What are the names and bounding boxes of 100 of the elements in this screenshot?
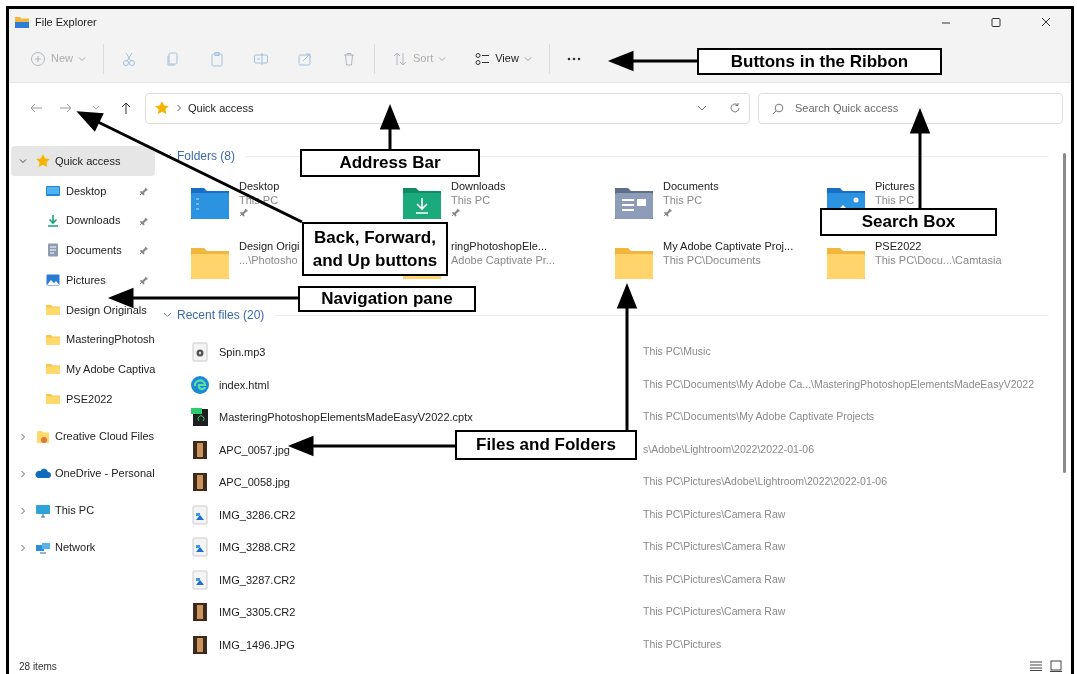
refresh-icon bbox=[729, 102, 741, 114]
search-icon bbox=[772, 102, 784, 115]
caret-icon bbox=[523, 55, 532, 62]
monitor-icon bbox=[35, 502, 51, 519]
file-location: This PC\Pictures\Camera Raw bbox=[643, 604, 786, 620]
file-name[interactable]: APC_0058.jpg bbox=[219, 474, 290, 491]
star-icon bbox=[154, 100, 170, 116]
nav-item[interactable]: MasteringPhotosh bbox=[11, 324, 155, 355]
folder-location: Adobe Captivate Pr... bbox=[451, 253, 555, 267]
image-file-icon bbox=[190, 504, 210, 525]
picture-icon bbox=[45, 272, 61, 289]
details-view-button[interactable] bbox=[1029, 659, 1043, 673]
folder-location: This PC\Documents bbox=[663, 253, 761, 267]
folder-icon bbox=[35, 428, 51, 445]
star-icon bbox=[35, 153, 51, 169]
folder-name[interactable]: Downloads bbox=[451, 179, 506, 193]
callout-tooltip: Navigation pane bbox=[298, 286, 476, 312]
pin-icon bbox=[139, 185, 149, 196]
nav-item[interactable]: Design Originals bbox=[11, 295, 155, 325]
plus-circle-icon bbox=[30, 50, 46, 67]
caret-icon bbox=[697, 105, 707, 111]
file-location: This PC\Documents\My Adobe Captivate Projects bbox=[643, 409, 875, 425]
view-button[interactable]: View bbox=[465, 42, 541, 75]
nav-item[interactable]: My Adobe Captiva bbox=[11, 354, 155, 385]
image-thumbnail-icon bbox=[190, 634, 210, 655]
section-header[interactable]: Recent files (20) bbox=[177, 306, 265, 324]
view-icon bbox=[474, 50, 491, 67]
file-name[interactable]: APC_0057.jpg bbox=[219, 441, 290, 458]
file-location: This PC\Pictures\Adobe\Lightroom\2022\2022-01-06 bbox=[643, 474, 887, 490]
file-name[interactable]: IMG_1496.JPG bbox=[219, 636, 295, 653]
section-header[interactable]: Folders (8) bbox=[177, 147, 235, 165]
folder-name[interactable]: Documents bbox=[663, 179, 719, 193]
image-thumbnail-icon bbox=[190, 439, 210, 460]
caret-icon bbox=[78, 55, 86, 62]
caret-icon bbox=[438, 55, 447, 62]
file-location: This PC\Pictures bbox=[643, 636, 722, 652]
audio-file-icon bbox=[190, 342, 210, 363]
folder-location: This PC\Docu...\Camtasia bbox=[875, 253, 1002, 267]
file-location: s\Adobe\Lightroom\2022\2022-01-06 bbox=[643, 441, 815, 457]
image-file-icon bbox=[190, 569, 210, 590]
chevron-right-icon bbox=[19, 432, 27, 441]
trash-icon bbox=[341, 50, 357, 67]
nav-item[interactable]: Desktop bbox=[11, 176, 155, 206]
nav-item[interactable]: Network bbox=[11, 529, 155, 566]
clipboard-icon bbox=[209, 50, 225, 67]
tile-icon bbox=[1050, 660, 1062, 672]
folder-name[interactable]: ringPhotoshopEle... bbox=[451, 239, 547, 253]
folder-name[interactable]: PSE2022 bbox=[875, 239, 922, 253]
folder-name[interactable]: Desktop bbox=[239, 179, 280, 193]
window-title: File Explorer bbox=[35, 14, 97, 30]
file-name[interactable]: IMG_3286.CR2 bbox=[219, 506, 296, 523]
folder-name[interactable]: Pictures bbox=[875, 179, 915, 193]
folder-location: ...\Photosho bbox=[239, 253, 298, 267]
file-name[interactable]: IMG_3305.CR2 bbox=[219, 604, 296, 621]
chevron-right-icon bbox=[19, 543, 27, 552]
callout-tooltip: Back, Forward, and Up buttons bbox=[302, 222, 448, 276]
file-name[interactable]: MasteringPhotoshopElementsMadeEasyV2022.cptx bbox=[219, 409, 473, 426]
folder-name[interactable]: Design Origi bbox=[239, 239, 300, 253]
nav-item[interactable]: This PC bbox=[11, 492, 155, 529]
scrollbar-thumb[interactable] bbox=[1062, 153, 1066, 473]
maximize-icon bbox=[989, 16, 1003, 28]
callout-tooltip: Files and Folders bbox=[455, 430, 637, 460]
folder-location: This PC bbox=[663, 193, 703, 207]
chevron-down-icon bbox=[163, 312, 172, 318]
nav-item[interactable]: OneDrive - Personal bbox=[11, 455, 155, 492]
download-icon bbox=[45, 212, 61, 229]
callout-tooltip: Address Bar bbox=[300, 149, 480, 177]
search-field[interactable]: Search Quick access bbox=[758, 92, 1063, 124]
nav-item[interactable]: Pictures bbox=[11, 265, 155, 295]
nav-item[interactable]: Documents bbox=[11, 235, 155, 266]
file-name[interactable]: IMG_3288.CR2 bbox=[219, 539, 296, 556]
address-bar[interactable]: Quick access bbox=[145, 92, 750, 124]
chevron-icon bbox=[176, 104, 182, 112]
nav-item[interactable]: Quick access bbox=[11, 146, 155, 176]
file-name[interactable]: Spin.mp3 bbox=[219, 344, 266, 361]
folder-location: This PC bbox=[875, 193, 915, 207]
file-name[interactable]: IMG_3287.CR2 bbox=[219, 571, 296, 588]
file-location: This PC\Pictures\Camera Raw bbox=[643, 571, 786, 587]
pin-icon bbox=[139, 215, 149, 226]
list-icon bbox=[1030, 661, 1042, 671]
file-name[interactable]: index.html bbox=[219, 376, 270, 393]
folder-name[interactable]: My Adobe Captivate Proj... bbox=[663, 239, 794, 253]
right-arrow-icon bbox=[59, 101, 73, 115]
address-path[interactable]: Quick access bbox=[188, 99, 254, 117]
scissors-icon bbox=[121, 50, 137, 67]
file-location: This PC\Pictures\Camera Raw bbox=[643, 539, 786, 555]
nav-item[interactable]: PSE2022 bbox=[11, 384, 155, 414]
pin-icon bbox=[139, 245, 149, 256]
chevron-down-icon bbox=[19, 157, 27, 165]
folder-location: This PC bbox=[451, 193, 491, 207]
share-icon bbox=[297, 50, 313, 67]
image-file-icon bbox=[190, 537, 210, 558]
file-location: This PC\Music bbox=[643, 344, 711, 360]
document-icon bbox=[45, 242, 61, 259]
more-icon bbox=[566, 56, 581, 61]
tiles-view-button[interactable] bbox=[1049, 659, 1063, 673]
nav-item[interactable]: Downloads bbox=[11, 205, 155, 236]
chevron-right-icon bbox=[19, 469, 27, 478]
close-icon bbox=[1039, 16, 1053, 28]
nav-item[interactable]: Creative Cloud Files bbox=[11, 418, 155, 455]
